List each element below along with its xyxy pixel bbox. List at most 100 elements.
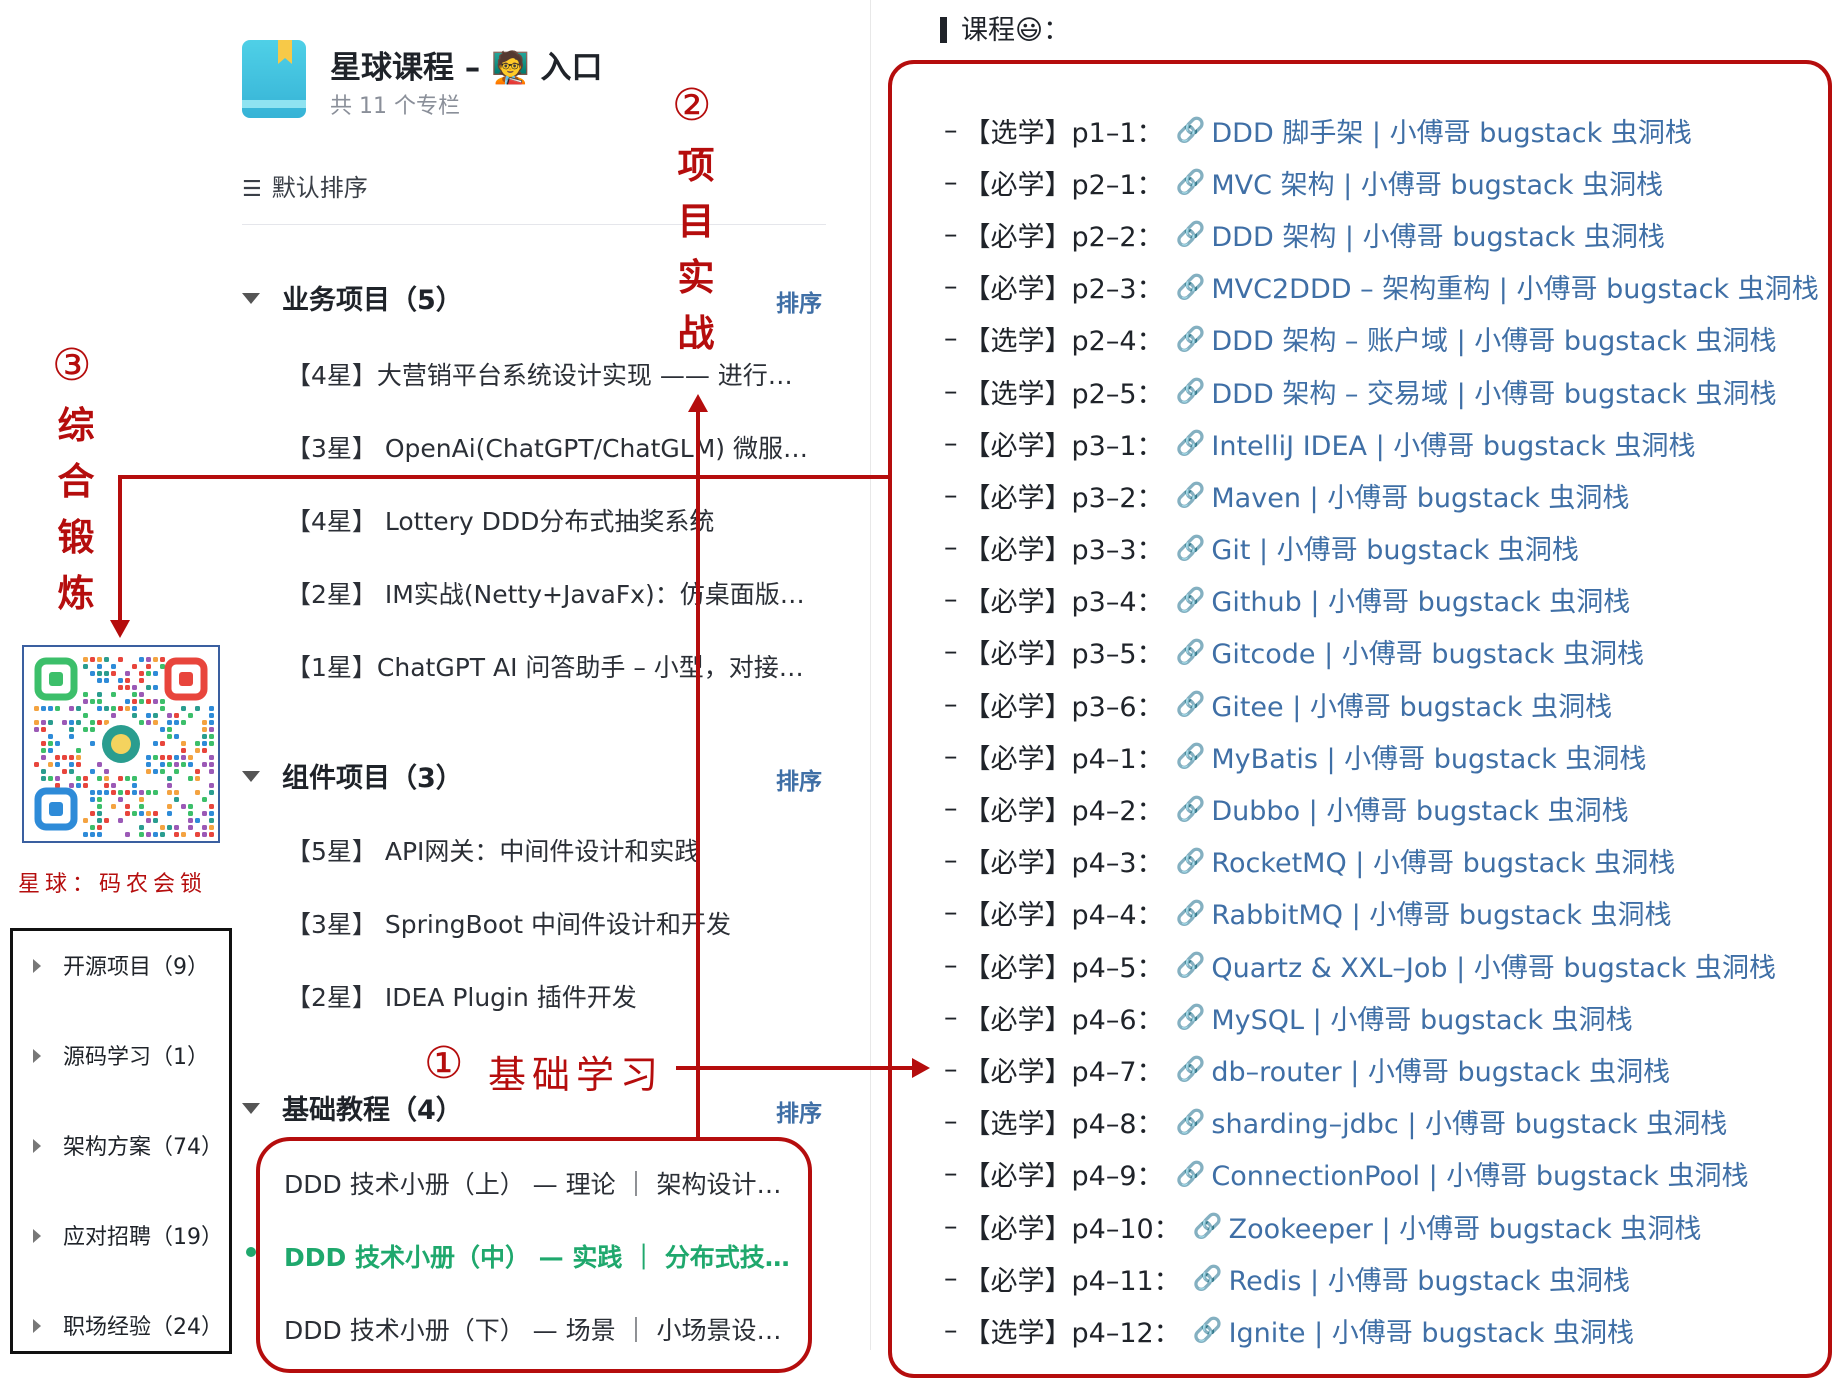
course-link[interactable]: MyBatis | 小傅哥 bugstack 虫洞栈 [1211,737,1646,776]
list-item[interactable]: 【1星】ChatGPT AI 问答助手 – 小型，对接… [286,648,804,684]
category-item-career[interactable]: 职场经验（24） [33,1309,223,1341]
list-bullet: – [944,636,958,668]
link-icon: 🔗 [1175,220,1206,249]
list-bullet: – [944,688,958,720]
section-sort-button[interactable]: 排序 [776,284,822,318]
course-row: – 【选学】 p4–8： 🔗 sharding–jdbc | 小傅哥 bugstack … [944,1096,1824,1148]
course-link[interactable]: Zookeeper | 小傅哥 bugstack 虫洞栈 [1229,1207,1702,1246]
course-row: – 【选学】 p4–12： 🔗 Ignite | 小傅哥 bugstack 虫洞栈 [944,1304,1824,1356]
book-spine [242,100,306,108]
qr-caption: 星球：码农会锁 [18,872,208,897]
link-icon: 🔗 [1175,898,1206,927]
list-item[interactable]: 【3星】 OpenAi(ChatGPT/ChatGLM) 微服… [286,429,808,465]
course-link[interactable]: MVC2DDD – 架构重构 | 小傅哥 bugstack 虫洞栈 [1211,267,1818,306]
course-link[interactable]: RabbitMQ | 小傅哥 bugstack 虫洞栈 [1211,893,1671,932]
course-row: – 【选学】 p2–4： 🔗 DDD 架构 – 账户域 | 小傅哥 bugstack 虫… [944,313,1824,365]
list-bullet: – [944,897,958,929]
course-link[interactable]: Maven | 小傅哥 bugstack 虫洞栈 [1211,476,1629,515]
section-business-projects[interactable]: 业务项目（5） [242,278,463,317]
chevron-right-icon [33,1229,41,1243]
annotation-char: 项 [677,144,715,187]
sort-icon: ☰ [242,177,262,202]
course-link[interactable]: RocketMQ | 小傅哥 bugstack 虫洞栈 [1211,841,1675,880]
course-link[interactable]: Dubbo | 小傅哥 bugstack 虫洞栈 [1211,789,1628,828]
course-link[interactable]: Quartz & XXL–Job | 小傅哥 bugstack 虫洞栈 [1211,946,1776,985]
course-link[interactable]: Redis | 小傅哥 bugstack 虫洞栈 [1229,1259,1630,1298]
course-link[interactable]: DDD 架构 | 小傅哥 bugstack 虫洞栈 [1211,215,1664,254]
category-item-source-study[interactable]: 源码学习（1） [33,1039,209,1071]
course-row: – 【必学】 p3–1： 🔗 IntelliJ IDEA | 小傅哥 bugstack … [944,417,1824,469]
course-link[interactable]: Gitee | 小傅哥 bugstack 虫洞栈 [1211,685,1612,724]
annotation-char: 目 [677,200,715,243]
course-tag: 【必学】 [963,587,1072,619]
annotation-char: 战 [677,312,715,355]
course-link[interactable]: MVC 架构 | 小傅哥 bugstack 虫洞栈 [1211,163,1663,202]
list-bullet: – [944,1106,958,1138]
category-item-recruitment[interactable]: 应对招聘（19） [33,1219,223,1251]
course-link[interactable]: ConnectionPool | 小傅哥 bugstack 虫洞栈 [1211,1154,1748,1193]
course-code: p4–8： [1071,1109,1164,1141]
course-code: p2–1： [1071,169,1164,201]
course-tag: 【必学】 [963,1161,1072,1193]
list-item[interactable]: 【3星】 SpringBoot 中间件设计和开发 [286,905,731,941]
course-code: p2–4： [1071,326,1164,358]
list-bullet: – [944,845,958,877]
list-bullet: – [944,479,958,511]
section-sort-button[interactable]: 排序 [776,1094,822,1128]
section-title: 业务项目（5） [282,285,463,316]
category-item-architecture[interactable]: 架构方案（74） [33,1129,223,1161]
course-link[interactable]: Gitcode | 小傅哥 bugstack 虫洞栈 [1211,632,1644,671]
course-link[interactable]: Git | 小傅哥 bugstack 虫洞栈 [1211,528,1579,567]
course-code: p2–2： [1071,221,1164,253]
annotation-char: 锻 [57,516,95,559]
link-icon: 🔗 [1175,377,1206,406]
course-row: – 【必学】 p4–7： 🔗 db–router | 小傅哥 bugstack 虫洞栈 [944,1043,1824,1095]
link-icon: 🔗 [1175,168,1206,197]
course-tag: 【必学】 [963,1213,1072,1245]
section-component-projects[interactable]: 组件项目（3） [242,756,463,795]
section-basic-tutorials[interactable]: 基础教程（4） [242,1088,463,1127]
course-link[interactable]: IntelliJ IDEA | 小傅哥 bugstack 虫洞栈 [1211,424,1695,463]
course-link[interactable]: sharding–jdbc | 小傅哥 bugstack 虫洞栈 [1211,1102,1727,1141]
course-row: – 【选学】 p1–1： 🔗 DDD 脚手架 | 小傅哥 bugstack 虫洞栈 [944,104,1824,156]
course-row: – 【必学】 p3–6： 🔗 Gitee | 小傅哥 bugstack 虫洞栈 [944,678,1824,730]
course-link[interactable]: DDD 架构 – 交易域 | 小傅哥 bugstack 虫洞栈 [1211,372,1776,411]
link-icon: 🔗 [1175,637,1206,666]
list-bullet: – [944,375,958,407]
link-icon: 🔗 [1192,1264,1223,1293]
course-tag: 【选学】 [963,326,1072,358]
course-link[interactable]: DDD 架构 – 账户域 | 小傅哥 bugstack 虫洞栈 [1211,319,1776,358]
course-link[interactable]: MySQL | 小傅哥 bugstack 虫洞栈 [1211,998,1632,1037]
list-item[interactable]: 【2星】 IDEA Plugin 插件开发 [286,978,637,1014]
course-code: p4–4： [1071,900,1164,932]
course-code: p3–6： [1071,691,1164,723]
course-code: p3–2： [1071,482,1164,514]
list-item[interactable]: 【5星】 API网关：中间件设计和实践 [286,832,699,868]
list-bullet: – [944,532,958,564]
link-icon: 🔗 [1175,1003,1206,1032]
list-item[interactable]: 【2星】 IM实战(Netty+JavaFx)：仿桌面版… [286,575,805,611]
annotation-char: 实 [677,256,715,299]
chevron-down-icon [242,1103,260,1114]
course-link[interactable]: db–router | 小傅哥 bugstack 虫洞栈 [1211,1050,1670,1089]
course-tag: 【选学】 [963,378,1072,410]
course-tag: 【选学】 [963,1317,1072,1349]
list-bullet: – [944,114,958,146]
category-list: 开源项目（9） 源码学习（1） 架构方案（74） 应对招聘（19） 职场经验（2… [10,928,232,1354]
list-bullet: – [944,949,958,981]
course-row: – 【必学】 p4–2： 🔗 Dubbo | 小傅哥 bugstack 虫洞栈 [944,782,1824,834]
category-item-open-source[interactable]: 开源项目（9） [33,949,209,981]
course-link[interactable]: DDD 脚手架 | 小傅哥 bugstack 虫洞栈 [1211,111,1691,150]
course-link[interactable]: Ignite | 小傅哥 bugstack 虫洞栈 [1229,1311,1634,1350]
course-row: – 【必学】 p3–5： 🔗 Gitcode | 小傅哥 bugstack 虫洞栈 [944,626,1824,678]
list-bullet: – [944,584,958,616]
list-item[interactable]: 【4星】 Lottery DDD分布式抽奖系统 [286,502,714,538]
default-sort-button[interactable]: ☰ 默认排序 [242,168,368,203]
category-label: 职场经验（24） [63,1315,223,1340]
course-link[interactable]: Github | 小傅哥 bugstack 虫洞栈 [1211,580,1630,619]
course-code: p4–2： [1071,796,1164,828]
section-sort-button[interactable]: 排序 [776,762,822,796]
course-code: p4–12： [1071,1317,1181,1349]
link-icon: 🔗 [1175,690,1206,719]
course-tag: 【必学】 [963,1056,1072,1088]
